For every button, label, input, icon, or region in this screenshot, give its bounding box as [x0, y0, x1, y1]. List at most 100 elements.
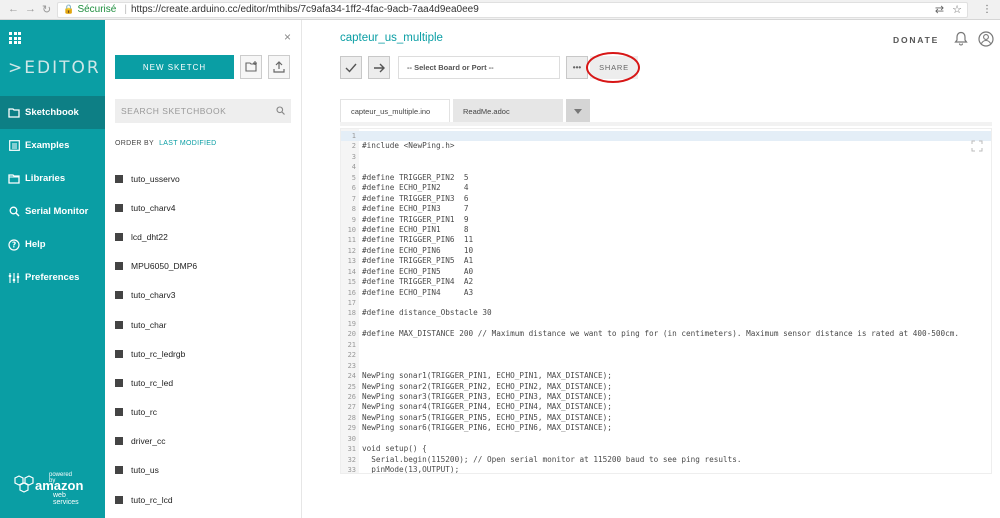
- sketch-name: tuto_rc: [131, 407, 157, 418]
- sketch-list-item[interactable]: tuto_charv3: [105, 281, 301, 310]
- line-number: 12: [347, 246, 356, 255]
- code-line: 1: [341, 131, 991, 142]
- browser-menu-icon[interactable]: ⋮: [974, 4, 1000, 15]
- more-options-button[interactable]: •••: [566, 56, 588, 79]
- sketch-list: tuto_usservo tuto_charv4 lcd_dht22 MPU6050_…: [105, 164, 301, 514]
- line-number: 33: [347, 466, 356, 474]
- line-number: 2: [351, 142, 356, 151]
- sidebar-item-label: Preferences: [25, 272, 80, 283]
- line-number: 14: [347, 267, 356, 276]
- code-line: 23: [341, 361, 991, 371]
- code-text: NewPing sonar4(TRIGGER_PIN4, ECHO_PIN4, …: [362, 402, 612, 412]
- sketch-name: tuto_charv3: [131, 290, 176, 301]
- sketch-name: tuto_us: [131, 465, 159, 476]
- sketch-list-item[interactable]: driver_cc: [105, 427, 301, 456]
- board-port-select[interactable]: -- Select Board or Port --: [398, 56, 560, 79]
- magnifier-icon: [8, 206, 20, 218]
- apps-grid-icon[interactable]: [9, 32, 21, 44]
- list-icon: [8, 140, 20, 152]
- file-icon: [115, 262, 123, 271]
- code-line: 28 NewPing sonar5(TRIGGER_PIN5, ECHO_PIN5…: [341, 413, 991, 423]
- sidebar-item-examples[interactable]: Examples: [0, 129, 105, 162]
- code-line: 5 #define TRIGGER_PIN2 5: [341, 173, 991, 183]
- upload-button[interactable]: [268, 55, 290, 79]
- sketch-list-item[interactable]: tuto_char: [105, 310, 301, 339]
- code-text: #define TRIGGER_PIN3 6: [362, 193, 469, 203]
- line-number: 27: [347, 403, 356, 412]
- code-line: 16 #define ECHO_PIN4 A3: [341, 288, 991, 298]
- forward-icon[interactable]: →: [25, 3, 36, 16]
- share-button[interactable]: SHARE: [590, 56, 638, 79]
- folder-plus-icon: [244, 61, 257, 72]
- sketch-list-item[interactable]: tuto_charv4: [105, 193, 301, 222]
- sketch-name: MPU6050_DMP6: [131, 261, 198, 272]
- code-line: 2 #include <NewPing.h>: [341, 141, 991, 151]
- verify-button[interactable]: [340, 56, 362, 79]
- code-text: NewPing sonar3(TRIGGER_PIN3, ECHO_PIN3, …: [362, 391, 612, 401]
- file-icon: [115, 174, 123, 183]
- sketch-name: lcd_dht22: [131, 231, 168, 242]
- bell-icon[interactable]: [954, 31, 968, 51]
- donate-link[interactable]: DONATE: [893, 35, 939, 45]
- file-icon: [115, 320, 123, 329]
- sketch-list-item[interactable]: tuto_usservo: [105, 164, 301, 193]
- search-sketchbook-input[interactable]: SEARCH SKETCHBOOK: [115, 99, 291, 123]
- code-editor[interactable]: 1 2 #include <NewPing.h> 3 4 5 #define TRIGGER…: [340, 128, 992, 474]
- sketch-list-item[interactable]: tuto_us: [105, 456, 301, 485]
- new-folder-button[interactable]: [240, 55, 262, 79]
- sketch-name: tuto_rc_lcd: [131, 494, 173, 505]
- sidebar-item-help[interactable]: ? Help: [0, 228, 105, 261]
- sketch-title[interactable]: capteur_us_multiple: [340, 32, 443, 44]
- lock-icon: 🔒: [63, 4, 75, 14]
- sidebar-item-preferences[interactable]: Preferences: [0, 261, 105, 294]
- tab-capteur-us-multiple[interactable]: capteur_us_multiple.ino: [340, 99, 450, 123]
- reload-icon[interactable]: ↻: [42, 3, 51, 16]
- code-line: 7 #define TRIGGER_PIN3 6: [341, 193, 991, 204]
- tab-readme[interactable]: ReadMe.adoc: [453, 99, 563, 123]
- sketch-list-item[interactable]: tuto_rc: [105, 398, 301, 427]
- sidebar-item-label: Help: [25, 239, 46, 250]
- aws-amazon: amazon: [35, 478, 84, 493]
- sketch-name: tuto_char: [131, 319, 167, 330]
- sidebar-nav: Sketchbook Examples Libraries Serial Mon…: [0, 96, 105, 294]
- star-icon[interactable]: ☆: [952, 3, 962, 16]
- new-sketch-button[interactable]: NEW SKETCH: [115, 55, 234, 79]
- address-bar[interactable]: 🔒 Sécurisé | https://create.arduino.cc/e…: [57, 1, 968, 18]
- sidebar-item-sketchbook[interactable]: Sketchbook: [0, 96, 105, 129]
- checkmark-icon: [345, 63, 357, 73]
- sketch-list-item[interactable]: tuto_rc_lcd: [105, 485, 301, 514]
- order-by-select[interactable]: LAST MODIFIED: [159, 140, 216, 147]
- aws-logo: powered by amazon web services: [13, 472, 83, 506]
- line-number: 29: [347, 424, 356, 433]
- sidebar-item-serial-monitor[interactable]: Serial Monitor: [0, 195, 105, 228]
- back-icon[interactable]: ←: [8, 3, 19, 16]
- code-text: pinMode(13,OUTPUT);: [362, 465, 460, 474]
- sketch-list-item[interactable]: lcd_dht22: [105, 222, 301, 251]
- line-number: 16: [347, 288, 356, 297]
- expand-icon[interactable]: [971, 139, 983, 157]
- order-by-label: ORDER BY: [115, 140, 154, 147]
- line-number: 22: [347, 351, 356, 360]
- line-number: 9: [351, 215, 356, 224]
- sketch-list-item[interactable]: tuto_rc_ledrgb: [105, 339, 301, 368]
- line-number: 24: [347, 372, 356, 381]
- line-number: 28: [347, 413, 356, 422]
- user-avatar-icon[interactable]: [978, 31, 994, 52]
- search-icon[interactable]: [276, 105, 285, 117]
- line-number: 10: [347, 225, 356, 234]
- upload-sketch-button[interactable]: [368, 56, 390, 79]
- line-number: 31: [347, 445, 356, 454]
- file-icon: [115, 495, 123, 504]
- tab-dropdown-button[interactable]: [566, 99, 590, 123]
- translate-icon[interactable]: ⇄: [935, 3, 944, 16]
- code-line: 27 NewPing sonar4(TRIGGER_PIN4, ECHO_PIN4…: [341, 402, 991, 412]
- close-icon[interactable]: ×: [284, 30, 291, 44]
- sidebar-item-libraries[interactable]: Libraries: [0, 162, 105, 195]
- sketch-name: tuto_rc_led: [131, 377, 174, 388]
- code-line: 19: [341, 319, 991, 329]
- sketch-list-item[interactable]: MPU6050_DMP6: [105, 252, 301, 281]
- sketch-list-item[interactable]: tuto_rc_led: [105, 368, 301, 397]
